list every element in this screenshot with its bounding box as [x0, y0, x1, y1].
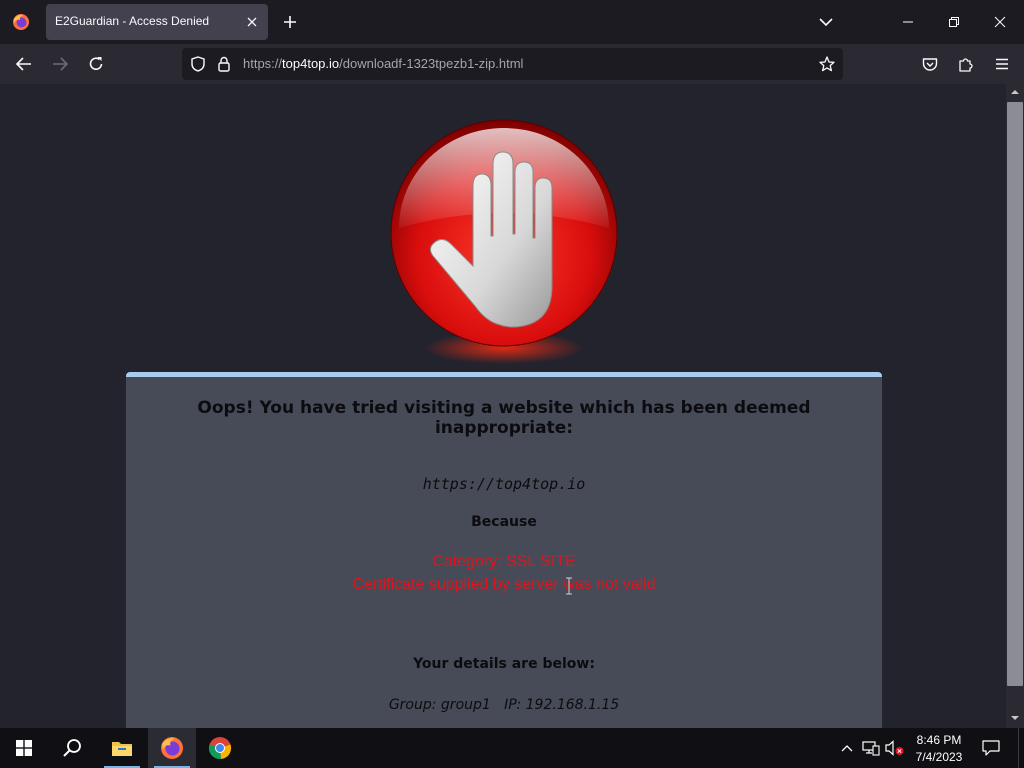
- blocked-url: https://top4top.io: [422, 475, 586, 493]
- plus-icon: [284, 16, 296, 28]
- reload-icon: [89, 57, 103, 70]
- lock-icon: [218, 56, 230, 72]
- url-host: top4top.io: [282, 56, 340, 71]
- url-text[interactable]: https://top4top.io/downloadf-1323tpezb1-…: [243, 56, 523, 71]
- extensions-button[interactable]: [952, 50, 980, 78]
- chevron-up-icon: [841, 745, 853, 752]
- tab-active[interactable]: E2Guardian - Access Denied: [46, 4, 268, 40]
- file-explorer-icon: [112, 742, 132, 756]
- close-icon: [994, 16, 1006, 28]
- action-center-button[interactable]: [978, 736, 1004, 760]
- taskbar-search-button[interactable]: [48, 728, 96, 768]
- show-hidden-icons-button[interactable]: [838, 738, 856, 758]
- volume-muted-icon: [885, 740, 904, 756]
- stop-hand-icon: [390, 119, 618, 364]
- window-close-button[interactable]: [978, 6, 1022, 38]
- minimize-icon: [903, 21, 913, 23]
- details-heading: Your details are below:: [413, 656, 595, 672]
- firefox-icon: [13, 14, 29, 30]
- list-all-tabs-button[interactable]: [814, 10, 838, 34]
- chrome-icon: [208, 737, 232, 760]
- hamburger-icon: [996, 58, 1008, 70]
- text-cursor-icon: [566, 577, 572, 595]
- scroll-up-arrow-icon[interactable]: [1011, 88, 1019, 96]
- taskbar: 8:46 PM 7/4/2023: [0, 728, 1024, 768]
- tab-title: E2Guardian - Access Denied: [55, 14, 210, 28]
- scrollbar-thumb[interactable]: [1007, 102, 1023, 686]
- reload-button[interactable]: [82, 50, 110, 78]
- pocket-icon: [922, 57, 938, 71]
- restore-icon: [949, 17, 959, 27]
- url-path: /downloadf-1323tpezb1-zip.html: [339, 56, 524, 71]
- url-prefix: https://: [243, 56, 283, 71]
- puzzle-icon: [959, 58, 973, 72]
- taskbar-clock[interactable]: 8:46 PM 7/4/2023: [910, 731, 968, 767]
- back-button[interactable]: [10, 50, 38, 78]
- title-bar: E2Guardian - Access Denied: [0, 0, 1024, 44]
- volume-button[interactable]: [884, 738, 906, 758]
- clock-date: 7/4/2023: [915, 750, 963, 764]
- window-minimize-button[interactable]: [886, 6, 930, 38]
- close-icon: [247, 17, 257, 27]
- page-scrollbar[interactable]: [1006, 84, 1024, 728]
- site-security-button[interactable]: [216, 54, 232, 74]
- scroll-down-arrow-icon[interactable]: [1011, 714, 1019, 722]
- show-desktop-button[interactable]: [1018, 728, 1024, 768]
- page-title: Oops! You have tried visiting a website …: [197, 398, 811, 438]
- shield-icon: [191, 56, 205, 72]
- window-restore-button[interactable]: [932, 6, 976, 38]
- taskbar-chrome[interactable]: [196, 728, 244, 768]
- firefox-menu-button[interactable]: [8, 8, 34, 36]
- arrow-left-icon: [16, 57, 31, 71]
- pocket-button[interactable]: [916, 50, 944, 78]
- star-icon: [819, 56, 835, 72]
- tracking-protection-button[interactable]: [188, 54, 208, 74]
- user-details: Group: group1 IP: 192.168.1.15: [388, 697, 620, 713]
- clock-time: 8:46 PM: [916, 733, 962, 747]
- block-category: Category: SSL SITE: [432, 553, 576, 570]
- forward-button[interactable]: [46, 50, 74, 78]
- firefox-icon: [161, 737, 183, 759]
- url-bar[interactable]: https://top4top.io/downloadf-1323tpezb1-…: [182, 48, 843, 80]
- because-label: Because: [471, 514, 537, 530]
- start-button[interactable]: [0, 728, 48, 768]
- search-icon: [63, 739, 81, 757]
- bookmark-button[interactable]: [817, 54, 837, 74]
- network-status-button[interactable]: [860, 738, 882, 758]
- chevron-down-icon: [819, 18, 833, 27]
- network-icon: [862, 741, 880, 756]
- new-tab-button[interactable]: [278, 10, 302, 34]
- application-menu-button[interactable]: [988, 50, 1016, 78]
- taskbar-firefox[interactable]: [148, 728, 196, 768]
- windows-start-icon: [16, 740, 32, 756]
- access-denied-panel: Oops! You have tried visiting a website …: [126, 372, 882, 728]
- arrow-right-icon: [53, 57, 68, 71]
- block-reason: Certificate supplied by server was not v…: [352, 576, 656, 593]
- tab-close-button[interactable]: [242, 12, 262, 32]
- notification-icon: [982, 740, 1000, 756]
- navigation-toolbar: https://top4top.io/downloadf-1323tpezb1-…: [0, 44, 1024, 84]
- taskbar-file-explorer[interactable]: [98, 728, 146, 768]
- page-content: Oops! You have tried visiting a website …: [0, 84, 1006, 728]
